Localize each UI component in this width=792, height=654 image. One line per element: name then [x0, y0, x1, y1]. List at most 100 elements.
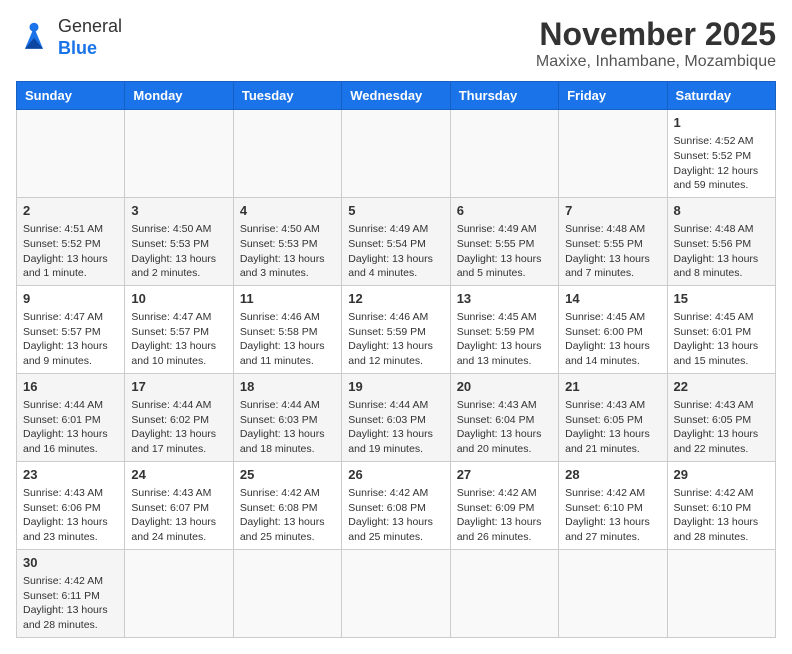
day-number: 9	[23, 290, 118, 308]
calendar-body: 1Sunrise: 4:52 AM Sunset: 5:52 PM Daylig…	[17, 110, 776, 638]
day-info: Sunrise: 4:43 AM Sunset: 6:05 PM Dayligh…	[674, 398, 769, 457]
day-number: 12	[348, 290, 443, 308]
calendar-week-row: 16 Sunrise: 4:44 AM Sunset: 6:01 PM Dayli…	[17, 373, 776, 461]
day-number: 3	[131, 202, 226, 220]
calendar-week-row: 23 Sunrise: 4:43 AM Sunset: 6:06 PM Dayli…	[17, 461, 776, 549]
day-number: 6	[457, 202, 552, 220]
calendar-cell: 6Sunrise: 4:49 AM Sunset: 5:55 PM Daylig…	[450, 197, 558, 285]
day-number: 20	[457, 378, 552, 396]
day-info: Sunrise: 4:45 AM Sunset: 5:59 PM Dayligh…	[457, 310, 552, 369]
day-number: 5	[348, 202, 443, 220]
weekday-header-monday: Monday	[125, 82, 233, 110]
calendar-cell	[233, 110, 341, 198]
calendar-week-row: 30 Sunrise: 4:42 AM Sunset: 6:11 PM Dayli…	[17, 549, 776, 637]
day-info: Sunrise: 4:50 AM Sunset: 5:53 PM Dayligh…	[131, 222, 226, 281]
location-subtitle: Maxixe, Inhambane, Mozambique	[536, 53, 776, 71]
logo-general: General	[58, 16, 122, 38]
day-info: Sunrise: 4:46 AM Sunset: 5:58 PM Dayligh…	[240, 310, 335, 369]
day-number: 30	[23, 554, 118, 572]
calendar-cell	[233, 549, 341, 637]
calendar-cell: 19 Sunrise: 4:44 AM Sunset: 6:03 PM Dayli…	[342, 373, 450, 461]
day-number: 22	[674, 378, 769, 396]
day-info: Sunrise: 4:42 AM Sunset: 6:11 PM Dayligh…	[23, 574, 118, 633]
day-info: Sunrise: 4:42 AM Sunset: 6:09 PM Dayligh…	[457, 486, 552, 545]
day-number: 15	[674, 290, 769, 308]
calendar-cell: 3 Sunrise: 4:50 AM Sunset: 5:53 PM Daylig…	[125, 197, 233, 285]
month-title: November 2025	[536, 16, 776, 53]
calendar-cell: 1Sunrise: 4:52 AM Sunset: 5:52 PM Daylig…	[667, 110, 775, 198]
calendar-cell: 13Sunrise: 4:45 AM Sunset: 5:59 PM Dayli…	[450, 285, 558, 373]
calendar-cell: 29Sunrise: 4:42 AM Sunset: 6:10 PM Dayli…	[667, 461, 775, 549]
day-number: 1	[674, 114, 769, 132]
day-number: 28	[565, 466, 660, 484]
calendar-cell	[17, 110, 125, 198]
calendar-cell: 2Sunrise: 4:51 AM Sunset: 5:52 PM Daylig…	[17, 197, 125, 285]
weekday-header-friday: Friday	[559, 82, 667, 110]
calendar-cell: 4Sunrise: 4:50 AM Sunset: 5:53 PM Daylig…	[233, 197, 341, 285]
calendar-cell: 12 Sunrise: 4:46 AM Sunset: 5:59 PM Dayli…	[342, 285, 450, 373]
day-info: Sunrise: 4:46 AM Sunset: 5:59 PM Dayligh…	[348, 310, 443, 369]
day-number: 17	[131, 378, 226, 396]
calendar-cell: 25 Sunrise: 4:42 AM Sunset: 6:08 PM Dayli…	[233, 461, 341, 549]
day-number: 14	[565, 290, 660, 308]
weekday-header-saturday: Saturday	[667, 82, 775, 110]
logo-blue: Blue	[58, 38, 122, 60]
calendar-cell	[125, 549, 233, 637]
calendar-header: SundayMondayTuesdayWednesdayThursdayFrid…	[17, 82, 776, 110]
day-info: Sunrise: 4:48 AM Sunset: 5:56 PM Dayligh…	[674, 222, 769, 281]
calendar-cell: 28 Sunrise: 4:42 AM Sunset: 6:10 PM Dayli…	[559, 461, 667, 549]
day-number: 7	[565, 202, 660, 220]
calendar-cell: 23 Sunrise: 4:43 AM Sunset: 6:06 PM Dayli…	[17, 461, 125, 549]
calendar-cell: 9 Sunrise: 4:47 AM Sunset: 5:57 PM Daylig…	[17, 285, 125, 373]
calendar-cell: 26Sunrise: 4:42 AM Sunset: 6:08 PM Dayli…	[342, 461, 450, 549]
title-block: November 2025 Maxixe, Inhambane, Mozambi…	[536, 16, 776, 71]
calendar-cell: 16 Sunrise: 4:44 AM Sunset: 6:01 PM Dayli…	[17, 373, 125, 461]
day-number: 11	[240, 290, 335, 308]
calendar-cell: 18 Sunrise: 4:44 AM Sunset: 6:03 PM Dayli…	[233, 373, 341, 461]
day-number: 23	[23, 466, 118, 484]
day-info: Sunrise: 4:43 AM Sunset: 6:06 PM Dayligh…	[23, 486, 118, 545]
calendar-cell: 24 Sunrise: 4:43 AM Sunset: 6:07 PM Dayli…	[125, 461, 233, 549]
day-number: 8	[674, 202, 769, 220]
calendar-cell: 30 Sunrise: 4:42 AM Sunset: 6:11 PM Dayli…	[17, 549, 125, 637]
day-info: Sunrise: 4:44 AM Sunset: 6:01 PM Dayligh…	[23, 398, 118, 457]
calendar-week-row: 1Sunrise: 4:52 AM Sunset: 5:52 PM Daylig…	[17, 110, 776, 198]
day-number: 10	[131, 290, 226, 308]
day-number: 26	[348, 466, 443, 484]
day-info: Sunrise: 4:42 AM Sunset: 6:10 PM Dayligh…	[674, 486, 769, 545]
day-number: 19	[348, 378, 443, 396]
day-number: 24	[131, 466, 226, 484]
day-number: 4	[240, 202, 335, 220]
day-number: 2	[23, 202, 118, 220]
day-info: Sunrise: 4:42 AM Sunset: 6:08 PM Dayligh…	[240, 486, 335, 545]
calendar-cell	[450, 549, 558, 637]
calendar-cell: 7 Sunrise: 4:48 AM Sunset: 5:55 PM Daylig…	[559, 197, 667, 285]
calendar-cell: 15 Sunrise: 4:45 AM Sunset: 6:01 PM Dayli…	[667, 285, 775, 373]
day-number: 16	[23, 378, 118, 396]
weekday-header-sunday: Sunday	[17, 82, 125, 110]
calendar-cell: 22 Sunrise: 4:43 AM Sunset: 6:05 PM Dayli…	[667, 373, 775, 461]
day-info: Sunrise: 4:47 AM Sunset: 5:57 PM Dayligh…	[23, 310, 118, 369]
page-header: General Blue November 2025 Maxixe, Inham…	[16, 16, 776, 71]
day-info: Sunrise: 4:45 AM Sunset: 6:01 PM Dayligh…	[674, 310, 769, 369]
day-number: 27	[457, 466, 552, 484]
calendar-cell: 8 Sunrise: 4:48 AM Sunset: 5:56 PM Daylig…	[667, 197, 775, 285]
day-info: Sunrise: 4:48 AM Sunset: 5:55 PM Dayligh…	[565, 222, 660, 281]
day-number: 25	[240, 466, 335, 484]
calendar-cell	[450, 110, 558, 198]
weekday-header-tuesday: Tuesday	[233, 82, 341, 110]
calendar-cell	[559, 549, 667, 637]
logo-text: General Blue	[58, 16, 122, 59]
day-info: Sunrise: 4:47 AM Sunset: 5:57 PM Dayligh…	[131, 310, 226, 369]
calendar-cell	[342, 549, 450, 637]
calendar-cell	[559, 110, 667, 198]
day-info: Sunrise: 4:42 AM Sunset: 6:10 PM Dayligh…	[565, 486, 660, 545]
day-info: Sunrise: 4:44 AM Sunset: 6:03 PM Dayligh…	[348, 398, 443, 457]
calendar-cell	[342, 110, 450, 198]
day-info: Sunrise: 4:44 AM Sunset: 6:03 PM Dayligh…	[240, 398, 335, 457]
day-info: Sunrise: 4:43 AM Sunset: 6:07 PM Dayligh…	[131, 486, 226, 545]
calendar-cell: 11 Sunrise: 4:46 AM Sunset: 5:58 PM Dayli…	[233, 285, 341, 373]
day-info: Sunrise: 4:43 AM Sunset: 6:05 PM Dayligh…	[565, 398, 660, 457]
calendar-cell: 21Sunrise: 4:43 AM Sunset: 6:05 PM Dayli…	[559, 373, 667, 461]
day-number: 18	[240, 378, 335, 396]
